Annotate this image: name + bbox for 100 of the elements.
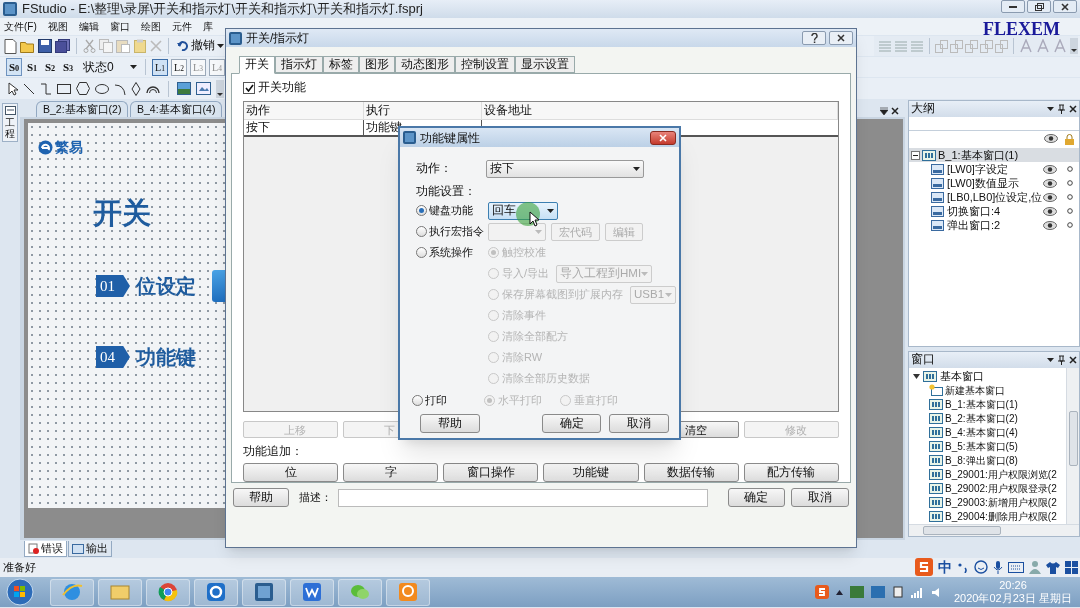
tree-item[interactable]: 切换窗口:4 [909, 204, 1079, 218]
checkbox[interactable] [243, 82, 255, 94]
menu-item[interactable]: 元件 [171, 19, 192, 34]
save-icon[interactable] [38, 39, 52, 53]
dialog-tab[interactable]: 标签 [323, 56, 359, 73]
action-select[interactable]: 按下 [486, 160, 644, 178]
dialog-tab[interactable]: 开关 [239, 56, 275, 74]
menu-item[interactable]: 编辑 [78, 19, 99, 34]
taskbar-button[interactable] [290, 578, 334, 606]
expanded-arrow-icon[interactable] [913, 372, 920, 380]
arc-icon[interactable] [114, 82, 126, 95]
tray-expand-icon[interactable] [836, 589, 843, 595]
skin-icon[interactable] [1046, 560, 1060, 574]
clipboard-icon[interactable] [133, 39, 147, 53]
column-header[interactable]: 执行 [364, 102, 482, 119]
polyline-icon[interactable] [40, 82, 52, 95]
input-method-icon[interactable] [815, 585, 829, 599]
dialog-tab[interactable]: 显示设置 [515, 56, 575, 73]
lock-state-icon[interactable] [1067, 194, 1073, 200]
tree-item[interactable]: B_29001:用户权限浏览(2 [909, 467, 1066, 481]
semicircle-icon[interactable] [146, 83, 160, 94]
pin-icon[interactable] [1058, 104, 1065, 114]
minimize-button[interactable] [1001, 0, 1025, 13]
dialog-tab[interactable]: 图形 [359, 56, 395, 73]
input-method-logo-icon[interactable] [915, 558, 933, 576]
eye-icon[interactable] [1044, 134, 1058, 143]
tree-item[interactable]: [LW0]字设定 [909, 162, 1079, 176]
dropdown-icon[interactable] [880, 107, 888, 115]
taskbar-button[interactable] [194, 578, 238, 606]
tree-item[interactable]: B_1:基本窗口(1) [909, 148, 1079, 162]
lock-state-icon[interactable] [1067, 208, 1073, 214]
ok-button[interactable]: 确定 [541, 414, 602, 433]
column-header[interactable]: 动作 [244, 102, 364, 119]
key-select[interactable]: 回车 [488, 201, 558, 220]
toolbar-scroll-icon[interactable] [1070, 38, 1078, 54]
menu-item[interactable]: 库 [202, 19, 213, 34]
close-button[interactable] [1053, 0, 1077, 13]
menu-item[interactable]: 视图 [47, 19, 68, 34]
tree-item[interactable]: B_29004:删除用户权限(2 [909, 509, 1066, 523]
close-button[interactable] [650, 130, 676, 145]
ellipse-icon[interactable] [95, 83, 109, 94]
close-icon[interactable] [1069, 356, 1077, 364]
horizontal-scrollbar[interactable] [909, 524, 1079, 536]
tree-item[interactable]: B_5:基本窗口(5) [909, 439, 1066, 453]
toolbar-scroll-icon[interactable] [216, 79, 224, 98]
start-icon[interactable] [6, 578, 34, 606]
new-file-icon[interactable] [4, 38, 17, 54]
radio-button[interactable] [412, 395, 423, 406]
line-icon[interactable] [23, 82, 35, 95]
taskbar-button[interactable] [50, 578, 94, 606]
tree-item[interactable]: 弹出窗口:2 [909, 218, 1079, 232]
eye-icon[interactable] [1043, 164, 1057, 174]
microphone-icon[interactable] [993, 560, 1003, 574]
picture-frame-icon[interactable] [196, 82, 211, 95]
vertical-scrollbar[interactable] [1066, 368, 1079, 524]
emoji-icon[interactable] [974, 560, 988, 574]
tree-item[interactable]: B_29003:新增用户权限(2 [909, 495, 1066, 509]
collapse-icon[interactable] [911, 150, 920, 160]
diamond-icon[interactable] [131, 81, 141, 96]
network-icon[interactable] [911, 586, 924, 598]
help-button[interactable]: 帮助 [233, 488, 289, 508]
help-button[interactable]: 帮助 [420, 414, 480, 433]
restore-button[interactable] [1027, 0, 1051, 13]
add-function-button[interactable]: 位 [243, 463, 339, 483]
tree-item[interactable]: 基本窗口 [909, 369, 1066, 383]
taskbar-button[interactable] [242, 578, 286, 606]
ok-button[interactable]: 确定 [727, 488, 786, 508]
rectangle-icon[interactable] [57, 83, 71, 94]
cancel-button[interactable]: 取消 [791, 488, 849, 508]
eye-icon[interactable] [1043, 220, 1057, 230]
save-all-icon[interactable] [55, 39, 70, 53]
hexagon-icon[interactable] [76, 82, 90, 95]
dialog-tab[interactable]: 指示灯 [275, 56, 323, 73]
punctuation-icon[interactable] [957, 561, 969, 573]
state-button[interactable]: S$_{3}$ [60, 58, 76, 76]
tree-item[interactable]: B_1:基本窗口(1) [909, 397, 1066, 411]
toolbox-icon[interactable] [1065, 560, 1078, 574]
state-select[interactable]: 状态0 [80, 58, 140, 76]
input-mode[interactable]: 中 [938, 556, 952, 578]
menu-item[interactable]: 窗口 [109, 19, 130, 34]
radio-button[interactable] [416, 226, 427, 237]
panel-tab[interactable]: 输出 [68, 541, 112, 557]
taskbar-button[interactable] [146, 578, 190, 606]
lock-icon[interactable] [1064, 134, 1075, 145]
state-button[interactable]: S$_{0}$ [6, 58, 22, 76]
tray-device-icon[interactable] [892, 586, 904, 598]
lock-state-icon[interactable] [1067, 180, 1073, 186]
add-function-button[interactable]: 窗口操作 [443, 463, 539, 483]
tree-item[interactable]: [LB0,LB0]位设定,位 [909, 190, 1079, 204]
close-button[interactable] [829, 31, 853, 45]
pointer-icon[interactable] [8, 81, 18, 96]
layer-button[interactable]: L$_{1}$ [152, 58, 168, 76]
eye-icon[interactable] [1043, 206, 1057, 216]
close-icon[interactable] [891, 107, 899, 115]
description-field[interactable] [337, 488, 708, 507]
keyboard-icon[interactable] [1008, 561, 1024, 573]
state-button[interactable]: S$_{2}$ [42, 58, 58, 76]
undo-button[interactable]: 撤销 [175, 37, 226, 55]
layer-button[interactable]: L$_{2}$ [171, 58, 187, 76]
menu-item[interactable]: 文件(F) [4, 19, 37, 34]
